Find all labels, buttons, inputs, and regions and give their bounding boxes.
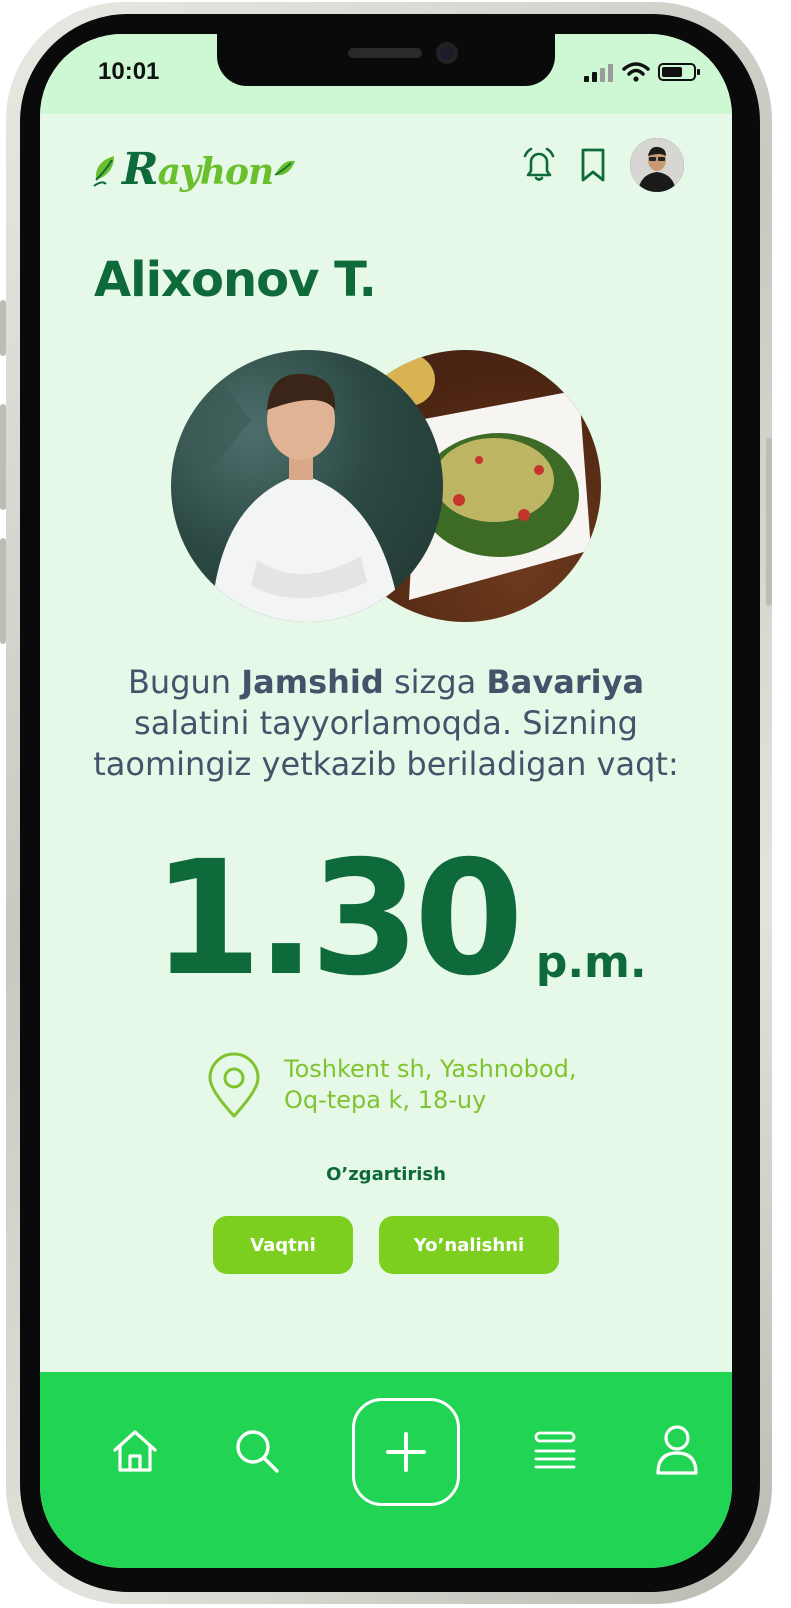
rayhon-logo[interactable]: Rayhon [92,144,297,195]
message-part3: salatini tayyorlamoqda. Sizning taomingi… [93,704,679,783]
status-bar: 10:01 [40,34,732,114]
logo-rest: ayhon [157,151,275,193]
chef-photo [171,350,443,622]
nav-add-button[interactable] [352,1398,460,1506]
user-icon [656,1425,698,1475]
delivery-time-ampm: p.m. [535,937,647,988]
address-text: Toshkent sh, Yashnobod, Oq-tepa k, 18-uy [284,1054,576,1116]
battery-icon [658,63,700,81]
change-direction-button[interactable]: Yo’nalishni [379,1216,559,1274]
address-line1: Toshkent sh, Yashnobod, [284,1055,577,1083]
delivery-address: Toshkent sh, Yashnobod, Oq-tepa k, 18-uy [206,1052,576,1120]
speaker [348,48,422,58]
home-icon [113,1430,157,1472]
change-time-button[interactable]: Vaqtni [213,1216,353,1274]
phone-screen: 10:01 Rayhon Alixonov T. Bugun Jamshid s… [40,34,732,1568]
avatar[interactable] [630,138,684,192]
avatar-image [630,138,684,192]
dish-name: Bavariya [486,663,645,701]
nav-search[interactable] [230,1424,284,1478]
change-label: O’zgartirish [326,1164,446,1185]
message-part1: Bugun [127,663,242,701]
delivery-time-value: 1.30 [152,827,524,1011]
nav-home[interactable] [108,1424,162,1478]
wifi-icon [622,62,650,82]
side-button-volume-up [0,404,6,510]
front-camera [436,42,458,64]
status-time: 10:01 [98,58,160,85]
side-button-power [766,438,772,606]
search-icon [236,1430,279,1473]
side-button-silent [0,300,6,356]
leaf-icon [93,155,114,187]
nav-menu[interactable] [528,1424,582,1478]
address-line2: Oq-tepa k, 18-uy [284,1086,487,1114]
delivery-time: 1.30 p.m. [152,827,647,1011]
plus-icon [386,1432,426,1472]
bell-icon[interactable] [522,147,556,183]
signal-icon [584,64,613,82]
chef-name: Jamshid [241,663,384,701]
menu-icon [534,1431,576,1469]
chef-image [171,370,401,622]
logo-initial: R [122,144,159,195]
side-button-volume-down [0,538,6,644]
status-icons [584,62,702,82]
order-message: Bugun Jamshid sizga Bavariya salatini ta… [80,662,692,785]
bookmark-icon[interactable] [578,147,608,183]
location-pin-icon [208,1052,260,1118]
nav-profile[interactable] [650,1422,704,1478]
page-title: Alixonov T. [94,252,377,308]
header-actions [522,138,684,192]
message-part2: sizga [383,663,487,701]
logo-text: Rayhon [122,144,275,195]
notch [217,34,555,86]
bottom-nav [40,1372,732,1568]
leaf-small-icon [274,160,296,176]
